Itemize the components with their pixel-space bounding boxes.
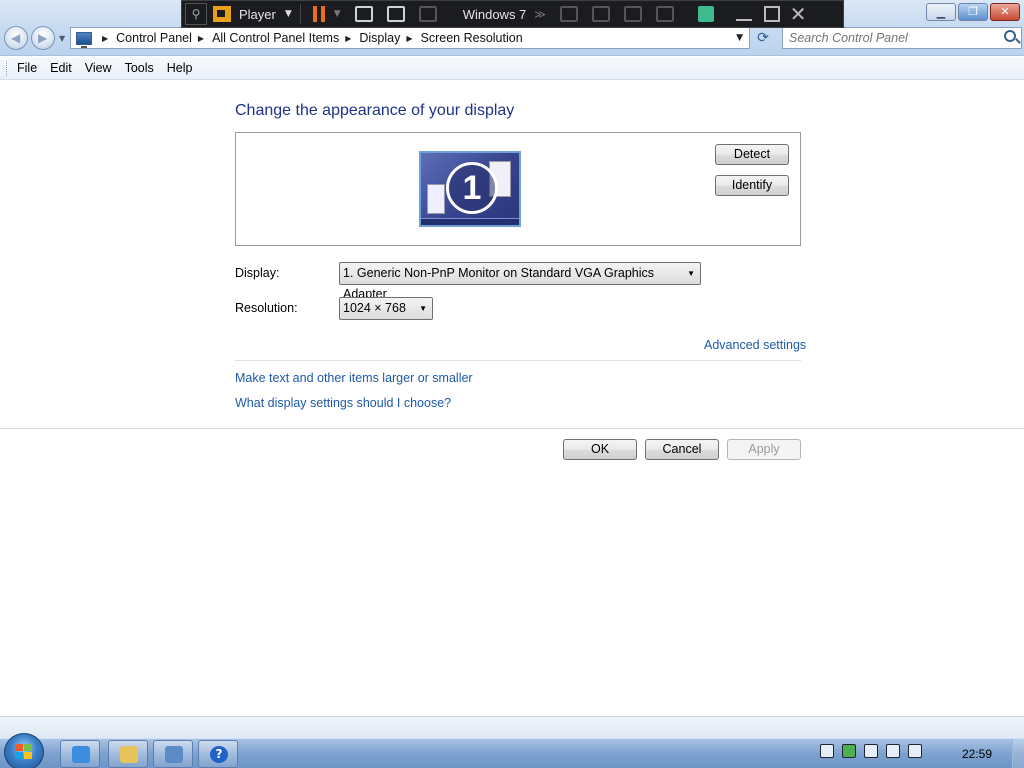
menu-help[interactable]: Help — [167, 61, 193, 75]
back-button[interactable]: ◀ — [4, 26, 28, 50]
content-pane: Change the appearance of your display 1 … — [0, 80, 1024, 716]
preview-taskbar — [421, 218, 519, 225]
breadcrumb-display[interactable]: Display ▶ — [359, 31, 420, 45]
network-tray-icon[interactable] — [886, 744, 900, 758]
send-ctrl-alt-del-icon[interactable] — [354, 6, 373, 22]
window-mode-icon[interactable] — [763, 6, 780, 22]
chevron-down-icon: ▼ — [687, 269, 695, 278]
text-size-link[interactable]: Make text and other items larger or smal… — [235, 371, 473, 385]
breadcrumb-root-separator[interactable]: ▶ — [96, 34, 116, 43]
footer-divider — [0, 428, 1024, 429]
network-icon — [623, 6, 642, 22]
breadcrumb-control-panel[interactable]: Control Panel ▶ — [116, 31, 212, 45]
monitor-number: 1 — [446, 162, 498, 214]
player-menu[interactable]: Player — [239, 7, 276, 22]
ok-button[interactable]: OK — [563, 439, 637, 460]
printer-icon — [655, 6, 674, 22]
menu-grip — [6, 60, 9, 76]
player-logo-icon[interactable] — [213, 6, 231, 22]
resolution-select-value: 1024 × 768 — [343, 301, 406, 315]
notes-tray-icon[interactable] — [820, 744, 834, 758]
refresh-icon[interactable]: ⟳ — [752, 28, 774, 48]
forward-arrow-icon: ▶ — [38, 31, 48, 45]
monitor-1-icon[interactable]: 1 — [419, 151, 521, 227]
restore-button[interactable]: ❐ — [958, 3, 988, 21]
player-toolbar: ⚲ Player ▼ ▼ Windows 7 ≫ ✕ — [181, 0, 844, 28]
minimize-icon: ▁ — [936, 6, 946, 19]
menu-file[interactable]: File — [17, 61, 37, 75]
breadcrumb-all-items[interactable]: All Control Panel Items ▶ — [212, 31, 359, 45]
back-arrow-icon: ◀ — [11, 31, 21, 45]
system-tray — [820, 744, 930, 758]
exit-fullscreen-icon[interactable]: ✕ — [790, 4, 807, 24]
display-select-value: 1. Generic Non-PnP Monitor on Standard V… — [343, 266, 655, 301]
divider — [235, 360, 801, 361]
breadcrumb-screen-resolution[interactable]: Screen Resolution — [421, 31, 523, 45]
unity-icon — [418, 6, 437, 22]
forward-button[interactable]: ▶ — [31, 26, 55, 50]
volume-icon[interactable] — [908, 744, 922, 758]
control-panel-icon[interactable] — [153, 740, 193, 768]
preview-window-left — [427, 184, 445, 214]
search-box[interactable] — [782, 27, 1022, 49]
pause-icon[interactable] — [312, 6, 325, 22]
cd-icon — [591, 6, 610, 22]
internet-explorer-icon[interactable] — [60, 740, 100, 768]
minimize-button[interactable]: ▁ — [926, 3, 956, 21]
close-button[interactable]: ✕ — [990, 3, 1020, 21]
security-tray-icon[interactable] — [842, 744, 856, 758]
help-icon[interactable]: ? — [198, 740, 238, 768]
menu-view[interactable]: View — [85, 61, 112, 75]
display-select[interactable]: 1. Generic Non-PnP Monitor on Standard V… — [339, 262, 701, 301]
action-center-flag-icon[interactable] — [864, 744, 878, 758]
menu-tools[interactable]: Tools — [125, 61, 154, 75]
start-button[interactable] — [4, 733, 44, 768]
resolution-label: Resolution: — [235, 301, 298, 315]
detect-button[interactable]: Detect — [715, 144, 789, 165]
page-title: Change the appearance of your display — [235, 102, 515, 119]
resolution-select[interactable]: 1024 × 768 ▼ — [339, 297, 433, 320]
toolbar-divider — [299, 4, 301, 24]
fit-guest-icon[interactable] — [386, 6, 405, 22]
address-dropdown-icon[interactable]: ▼ — [736, 33, 743, 43]
display-preview: 1 Detect Identify — [235, 132, 801, 246]
windows-explorer-icon[interactable] — [108, 740, 148, 768]
address-bar[interactable]: ▶ Control Panel ▶ All Control Panel Items… — [70, 27, 750, 49]
removable-device-icon — [559, 6, 578, 22]
recent-pages-dropdown[interactable]: ▼ — [59, 34, 65, 43]
pin-icon[interactable]: ⚲ — [185, 3, 207, 25]
chevron-down-icon: ▼ — [419, 304, 427, 313]
search-icon[interactable] — [1004, 30, 1016, 42]
windows-logo-icon — [15, 744, 33, 760]
advanced-settings-link[interactable]: Advanced settings — [704, 338, 806, 352]
identify-button[interactable]: Identify — [715, 175, 789, 196]
clock[interactable]: 22:59 — [962, 747, 992, 761]
close-icon: ✕ — [1000, 5, 1010, 18]
pause-caret-icon[interactable]: ▼ — [334, 9, 341, 19]
menu-bar: File Edit View Tools Help — [0, 57, 1024, 80]
player-menu-caret-icon[interactable]: ▼ — [285, 9, 292, 19]
search-input[interactable] — [783, 28, 993, 48]
display-help-link[interactable]: What display settings should I choose? — [235, 396, 451, 410]
vm-name: Windows 7 — [462, 6, 527, 22]
computer-icon — [76, 31, 92, 48]
cancel-button[interactable]: Cancel — [645, 439, 719, 460]
message-log-icon[interactable] — [697, 6, 714, 22]
restore-icon: ❐ — [968, 5, 978, 18]
display-label: Display: — [235, 266, 280, 280]
show-desktop-button[interactable] — [1012, 739, 1024, 768]
status-bar — [0, 716, 1024, 738]
taskbar: ? 22:59 — [0, 733, 1024, 768]
double-chevron-icon[interactable]: ≫ — [534, 8, 546, 21]
apply-button: Apply — [727, 439, 801, 460]
menu-edit[interactable]: Edit — [50, 61, 72, 75]
minimize-player-icon[interactable] — [735, 19, 752, 21]
